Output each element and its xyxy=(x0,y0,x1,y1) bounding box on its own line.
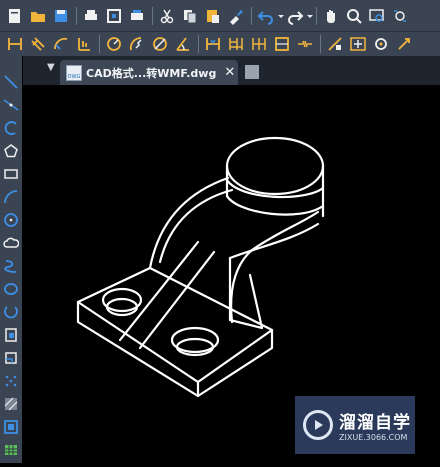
ellipse-icon[interactable] xyxy=(2,279,20,299)
hatch-icon[interactable] xyxy=(2,394,20,414)
polygon-icon[interactable] xyxy=(2,141,20,161)
polyline-icon[interactable] xyxy=(2,118,20,138)
dimension-break-icon[interactable] xyxy=(294,33,316,55)
document-tab[interactable]: DWG CAD格式...转WMF.dwg ✕ xyxy=(60,60,238,85)
undo-icon[interactable] xyxy=(255,5,277,27)
print-icon[interactable] xyxy=(80,5,102,27)
rectangle-icon[interactable] xyxy=(2,164,20,184)
tab-title: CAD格式...转WMF.dwg xyxy=(86,66,217,80)
baseline-icon[interactable] xyxy=(225,33,247,55)
continue-icon[interactable] xyxy=(248,33,270,55)
redo-icon[interactable] xyxy=(284,5,306,27)
save-icon[interactable] xyxy=(50,5,72,27)
zoom-window-icon[interactable] xyxy=(366,5,388,27)
point-icon[interactable] xyxy=(2,371,20,391)
plot-icon[interactable] xyxy=(126,5,148,27)
diameter-icon[interactable] xyxy=(149,33,171,55)
new-file-icon[interactable] xyxy=(4,5,26,27)
toolbar-separator xyxy=(76,6,77,25)
ellipse-arc-icon[interactable] xyxy=(2,302,20,322)
watermark-url: ZIXUE.3066.COM xyxy=(339,433,408,442)
quick-dimension-icon[interactable] xyxy=(202,33,224,55)
watermark: 溜溜自学 ZIXUE.3066.COM xyxy=(295,396,415,454)
gradient-icon[interactable] xyxy=(2,417,20,437)
tolerance-icon[interactable] xyxy=(324,33,346,55)
open-folder-icon[interactable] xyxy=(27,5,49,27)
copy-icon[interactable] xyxy=(179,5,201,27)
aligned-dimension-icon[interactable] xyxy=(27,33,49,55)
dimension-space-icon[interactable] xyxy=(271,33,293,55)
toolbar-separator xyxy=(316,6,317,25)
redo-dropdown-icon[interactable] xyxy=(307,7,313,25)
make-block-icon[interactable] xyxy=(2,348,20,368)
linear-dimension-icon[interactable] xyxy=(4,33,26,55)
tab-list-dropdown-icon[interactable]: ▼ xyxy=(47,62,55,73)
inspect-icon[interactable] xyxy=(370,33,392,55)
zoom-previous-icon[interactable] xyxy=(389,5,411,27)
tab-close-icon[interactable]: ✕ xyxy=(224,65,235,80)
pan-icon[interactable] xyxy=(320,5,342,27)
revision-cloud-icon[interactable] xyxy=(2,233,20,253)
watermark-brand: 溜溜自学 xyxy=(339,413,411,433)
spline-icon[interactable] xyxy=(2,256,20,276)
toolbar-separator xyxy=(320,35,321,53)
radius-icon[interactable] xyxy=(103,33,125,55)
standard-toolbar xyxy=(0,0,440,31)
match-properties-icon[interactable] xyxy=(225,5,247,27)
angular-icon[interactable] xyxy=(172,33,194,55)
paste-icon[interactable] xyxy=(202,5,224,27)
toolbar-separator xyxy=(99,35,100,53)
dimension-toolbar xyxy=(0,31,440,56)
arc-icon[interactable] xyxy=(2,187,20,207)
toolbar-separator xyxy=(152,6,153,25)
arc-length-icon[interactable] xyxy=(50,33,72,55)
toolbar-separator xyxy=(251,6,252,25)
jogged-icon[interactable] xyxy=(126,33,148,55)
new-tab-icon[interactable] xyxy=(245,65,259,79)
update-icon[interactable] xyxy=(393,33,415,55)
toolbar-separator xyxy=(198,35,199,53)
construction-line-icon[interactable] xyxy=(2,95,20,115)
cut-icon[interactable] xyxy=(156,5,178,27)
center-mark-icon[interactable] xyxy=(347,33,369,55)
play-logo-icon xyxy=(303,410,333,440)
dwg-file-icon: DWG xyxy=(66,64,82,81)
print-preview-icon[interactable] xyxy=(103,5,125,27)
ordinate-icon[interactable] xyxy=(73,33,95,55)
insert-block-icon[interactable] xyxy=(2,325,20,345)
table-icon[interactable] xyxy=(2,440,20,460)
circle-icon[interactable] xyxy=(2,210,20,230)
zoom-realtime-icon[interactable] xyxy=(343,5,365,27)
draw-toolbar xyxy=(0,56,22,463)
line-icon[interactable] xyxy=(2,72,20,92)
